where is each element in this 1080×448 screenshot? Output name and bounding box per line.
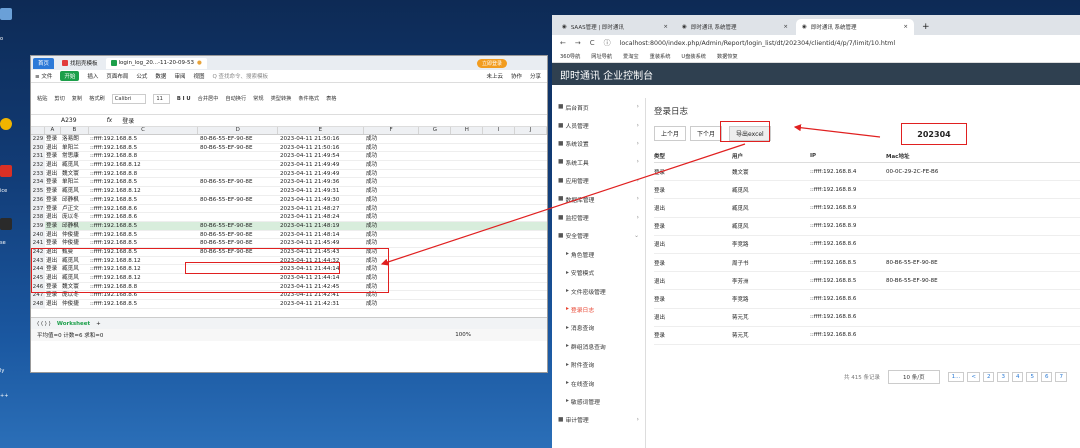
annotation-arrow [380, 143, 746, 266]
annotation-arrows [380, 124, 881, 266]
annotation-arrow [793, 124, 881, 138]
